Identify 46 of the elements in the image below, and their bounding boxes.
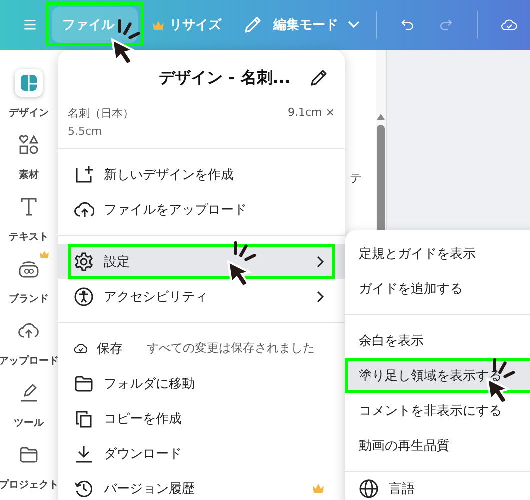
panel-text: テ [350,170,362,187]
save-status-text: すべての変更は保存されました [147,340,315,357]
gear-icon [74,252,94,272]
pencil-icon [243,15,264,35]
menu-item[interactable]: 動画の再生品質 [345,428,530,463]
size-height: 5.5cm [67,124,104,138]
menu-item[interactable]: ファイルをアップロード [58,192,345,227]
sidebar-item[interactable]: デザイン [0,66,58,128]
pencil-icon[interactable] [309,68,329,88]
cloud-upload-icon [18,322,40,340]
size-width: 9.1cm × [288,106,335,121]
globe-icon [359,479,379,499]
sidebar-item[interactable]: アップロード [0,314,58,376]
menu-item[interactable]: バージョン履歴 [58,471,345,500]
brand-kit-icon [18,259,40,279]
download-icon [74,444,94,464]
menu-item[interactable]: ガイドを追加する [345,271,530,306]
history-icon [74,478,94,498]
text-t-icon [20,197,38,217]
person-circle-icon [74,286,94,306]
folder-icon [19,446,39,464]
chevron-down-icon [348,21,360,29]
menu-item[interactable]: 保存 すべての変更は保存されました [58,331,345,366]
size-name: 名刺（日本） [68,106,134,121]
cloud-upload-icon [74,200,94,220]
folder-icon [74,374,94,394]
plus-page-icon [74,164,94,184]
menu-icon[interactable] [24,17,36,33]
design-title: デザイン - 名刺... [158,68,291,88]
menu-item[interactable]: 定規とガイドを表示 [345,236,530,271]
menu-item[interactable]: 言語 [345,476,530,500]
sidebar-item[interactable]: ツール [0,376,58,438]
sidebar-item[interactable]: 素材 [0,128,58,190]
menu-item[interactable]: コメントを非表示にする [345,393,530,428]
menu-item[interactable]: ダウンロード [58,436,345,471]
menu-item[interactable]: フォルダに移動 [58,366,345,401]
copy-icon [74,408,94,428]
sidebar-item[interactable]: ブランド [0,252,58,314]
sidebar-item[interactable]: テキスト [0,190,58,252]
shapes-icon [19,135,39,155]
menu-item[interactable]: 余白を表示 [345,323,530,358]
menu-item[interactable]: コピーを作成 [58,401,345,436]
pen-icon [19,383,39,403]
sidebar-item[interactable]: プロジェクト [0,438,58,500]
menu-item[interactable]: アクセシビリティ [58,279,345,314]
menu-item[interactable]: 新しいデザインを作成 [58,157,345,192]
